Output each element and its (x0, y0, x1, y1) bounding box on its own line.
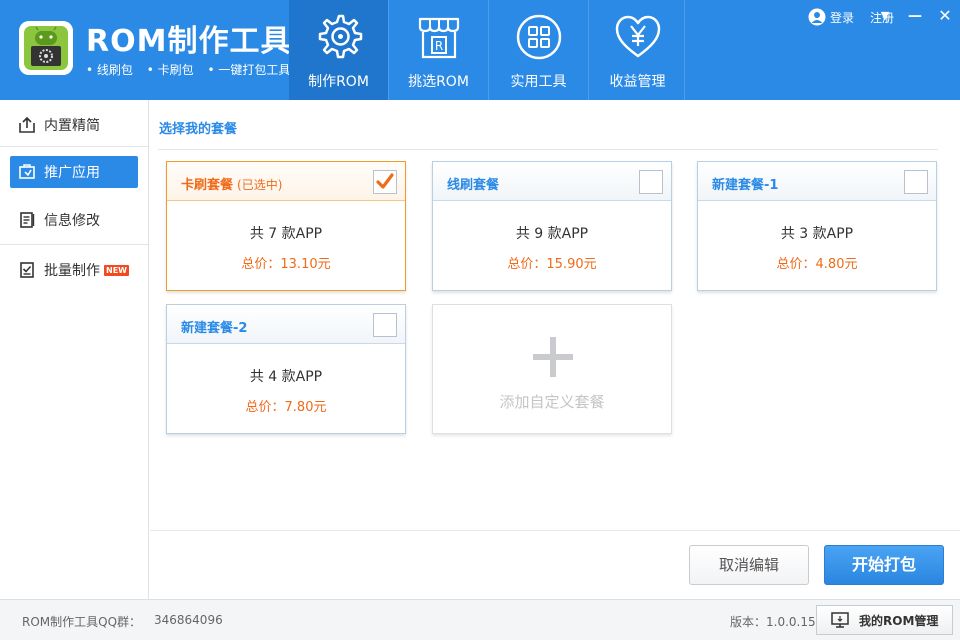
gear-disc-icon (318, 14, 363, 59)
total-price: 总价：13.10元 (241, 257, 331, 272)
nav-tab-label: 制作ROM (308, 74, 369, 90)
selected-indicator: (已选中) (237, 178, 283, 192)
package-card[interactable]: 新建套餐-1 共 3 款APP 总价：4.80元 (697, 161, 937, 291)
package-checkbox[interactable] (373, 313, 397, 337)
promote-icon (19, 164, 35, 179)
add-package-label: 添加自定义套餐 (499, 393, 605, 411)
app-title: ROM制作工具 (86, 24, 292, 59)
sidebar-item-builtin-slim[interactable]: 内置精简 (10, 109, 138, 141)
qq-group-number: 346864096 (154, 613, 223, 627)
sidebar-item-label: 批量制作 (44, 263, 100, 279)
heart-yen-icon (615, 15, 661, 58)
feature-item: • 卡刷包 (146, 63, 194, 77)
export-box-icon (19, 116, 35, 133)
card-header: 卡刷套餐 (已选中) (167, 162, 405, 201)
qq-group-label: ROM制作工具QQ群： (22, 615, 142, 629)
nav-tab-make-rom[interactable]: 制作ROM (289, 0, 388, 100)
rom-store-icon: R (418, 17, 460, 59)
nav-tab-label: 挑选ROM (408, 74, 469, 90)
package-checkbox[interactable] (639, 170, 663, 194)
sidebar: 内置精简 推广应用 信息修改 批量制作 NEW (0, 100, 149, 599)
package-card[interactable]: 线刷套餐 共 9 款APP 总价：15.90元 (432, 161, 672, 291)
app-count: 共 3 款APP (780, 226, 854, 242)
sidebar-item-batch-build[interactable]: 批量制作 NEW (10, 254, 138, 286)
package-card[interactable]: 卡刷套餐 (已选中) 共 7 款APP 总价：13.10元 (166, 161, 406, 291)
sidebar-item-label: 推广应用 (44, 165, 100, 181)
app-logo (19, 21, 73, 75)
section-title: 选择我的套餐 (159, 122, 238, 137)
sidebar-item-promote-apps[interactable]: 推广应用 (10, 156, 138, 188)
version-label: 版本：1.0.0.15 (730, 615, 816, 629)
package-checkbox[interactable] (373, 170, 397, 194)
monitor-icon (831, 612, 849, 628)
start-pack-button[interactable]: 开始打包 (824, 545, 944, 585)
sidebar-item-info-edit[interactable]: 信息修改 (10, 204, 138, 236)
app-count: 共 9 款APP (515, 226, 589, 242)
app-count: 共 7 款APP (249, 226, 323, 242)
menu-dropdown-icon[interactable]: ▼ (875, 6, 895, 26)
package-name: 新建套餐-1 (712, 178, 779, 193)
feature-list: • 线刷包 • 卡刷包 • 一键打包工具 (86, 61, 300, 78)
sidebar-item-label: 内置精简 (44, 118, 100, 134)
total-price: 总价：7.80元 (245, 400, 327, 415)
close-icon[interactable]: ✕ (935, 6, 955, 26)
nav-tab-label: 实用工具 (510, 74, 567, 90)
package-name: 线刷套餐 (447, 178, 500, 193)
checklist-icon (20, 262, 34, 278)
package-card[interactable]: 新建套餐-2 共 4 款APP 总价：7.80元 (166, 304, 406, 434)
add-custom-package-button[interactable]: 添加自定义套餐 (432, 304, 672, 434)
card-header: 新建套餐-1 (698, 162, 936, 201)
svg-text:R: R (435, 39, 443, 53)
package-checkbox[interactable] (904, 170, 928, 194)
checkmark-icon (376, 173, 394, 189)
total-price: 总价：15.90元 (507, 257, 597, 272)
nav-tab-pick-rom[interactable]: R 挑选ROM (389, 0, 488, 100)
feature-item: • 一键打包工具 (207, 63, 291, 77)
grid-tools-icon (516, 14, 562, 60)
card-header: 线刷套餐 (433, 162, 671, 201)
my-rom-manage-button[interactable]: 我的ROM管理 (816, 605, 953, 635)
card-header: 新建套餐-2 (167, 305, 405, 344)
action-bar: 取消编辑 开始打包 (150, 530, 960, 599)
nav-tab-tools[interactable]: 实用工具 (489, 0, 588, 100)
top-header: ROM制作工具 • 线刷包 • 卡刷包 • 一键打包工具 制作ROM R 挑选R… (0, 0, 960, 100)
feature-item: • 线刷包 (86, 63, 133, 77)
nav-tab-label: 收益管理 (609, 74, 666, 90)
status-bar: ROM制作工具QQ群： 346864096 版本：1.0.0.15 我的ROM管… (0, 599, 960, 640)
nav-tab-earnings[interactable]: 收益管理 (588, 0, 687, 100)
package-name: 新建套餐-2 (181, 321, 248, 336)
divider (158, 149, 938, 150)
sidebar-item-label: 信息修改 (44, 213, 100, 229)
total-price: 总价：4.80元 (776, 257, 858, 272)
user-icon (808, 8, 826, 26)
package-name: 卡刷套餐 (已选中) (181, 178, 283, 193)
app-count: 共 4 款APP (249, 369, 323, 385)
login-link[interactable]: 登录 (830, 9, 854, 26)
document-edit-icon (20, 212, 35, 228)
minimize-icon[interactable]: — (905, 6, 925, 26)
my-rom-manage-label: 我的ROM管理 (859, 613, 939, 628)
new-badge: NEW (104, 264, 129, 276)
plus-icon (533, 337, 573, 377)
main-panel: 选择我的套餐 卡刷套餐 (已选中) 共 7 款APP 总价：13.10元 线刷套餐… (150, 100, 960, 530)
cancel-edit-button[interactable]: 取消编辑 (689, 545, 809, 585)
